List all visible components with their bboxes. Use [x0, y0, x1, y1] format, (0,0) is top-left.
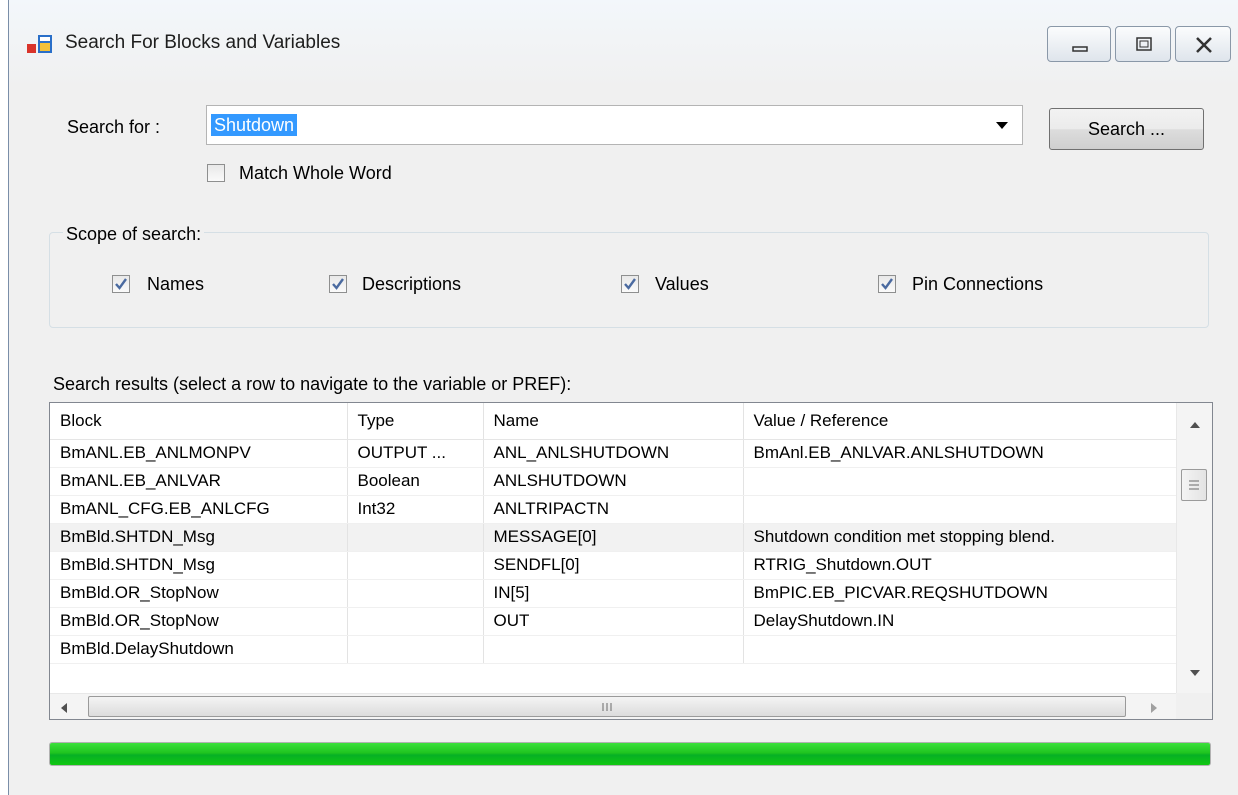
cell-block[interactable]: BmANL.EB_ANLMONPV: [50, 439, 348, 468]
cell-block[interactable]: BmBld.OR_StopNow: [50, 607, 348, 636]
app-icon: [27, 35, 52, 53]
table-row[interactable]: BmBld.SHTDN_Msg SENDFL[0] RTRIG_Shutdown…: [50, 551, 1177, 580]
scope-title: Scope of search:: [63, 224, 205, 245]
cell-name[interactable]: [483, 635, 744, 664]
vertical-scroll-thumb[interactable]: [1181, 469, 1207, 501]
cell-type[interactable]: OUTPUT ...: [347, 439, 484, 468]
progress-bar: [49, 742, 1211, 766]
names-checkbox[interactable]: [112, 275, 130, 293]
cell-value[interactable]: Shutdown condition met stopping blend.: [743, 523, 1177, 552]
search-combobox[interactable]: Shutdown: [206, 105, 1023, 145]
names-label[interactable]: Names: [147, 274, 204, 295]
search-window: Search For Blocks and Variables Search f…: [8, 0, 1238, 795]
pin-connections-label[interactable]: Pin Connections: [912, 274, 1043, 295]
vertical-scrollbar[interactable]: [1176, 403, 1212, 693]
table-row[interactable]: BmBld.OR_StopNow OUT DelayShutdown.IN: [50, 607, 1177, 636]
column-header-name[interactable]: Name: [483, 403, 744, 440]
scrollbar-corner: [1176, 693, 1212, 719]
horizontal-scroll-thumb[interactable]: [88, 696, 1126, 717]
cell-type[interactable]: [347, 551, 484, 580]
cell-value[interactable]: [743, 495, 1177, 524]
values-label[interactable]: Values: [655, 274, 709, 295]
cell-type[interactable]: [347, 607, 484, 636]
column-header-value[interactable]: Value / Reference: [743, 403, 1177, 440]
table-row[interactable]: BmBld.DelayShutdown: [50, 635, 1177, 664]
cell-value[interactable]: BmAnl.EB_ANLVAR.ANLSHUTDOWN: [743, 439, 1177, 468]
grip-icon: [602, 703, 612, 711]
minimize-icon: [1072, 46, 1088, 52]
cell-block[interactable]: BmANL_CFG.EB_ANLCFG: [50, 495, 348, 524]
cell-value[interactable]: DelayShutdown.IN: [743, 607, 1177, 636]
header-row: Block Type Name Value / Reference: [50, 403, 1177, 440]
cell-block[interactable]: BmBld.SHTDN_Msg: [50, 551, 348, 580]
cell-name[interactable]: OUT: [483, 607, 744, 636]
descriptions-checkbox[interactable]: [329, 275, 347, 293]
cell-block[interactable]: BmBld.DelayShutdown: [50, 635, 348, 664]
maximize-button[interactable]: [1115, 26, 1171, 62]
cell-value[interactable]: [743, 467, 1177, 496]
cell-block[interactable]: BmANL.EB_ANLVAR: [50, 467, 348, 496]
scroll-right-icon[interactable]: [1150, 702, 1158, 714]
search-button[interactable]: Search ...: [1049, 108, 1204, 150]
match-whole-word-label[interactable]: Match Whole Word: [239, 163, 392, 184]
cell-value[interactable]: RTRIG_Shutdown.OUT: [743, 551, 1177, 580]
column-header-block[interactable]: Block: [50, 403, 348, 440]
results-caption: Search results (select a row to navigate…: [53, 374, 572, 394]
minimize-button[interactable]: [1047, 26, 1111, 62]
scroll-up-icon[interactable]: [1189, 421, 1201, 429]
checkmark-icon: [115, 278, 127, 290]
cell-value[interactable]: BmPIC.EB_PICVAR.REQSHUTDOWN: [743, 579, 1177, 608]
maximize-icon: [1136, 37, 1152, 51]
cell-block[interactable]: BmBld.SHTDN_Msg: [50, 523, 348, 552]
window-title: Search For Blocks and Variables: [65, 32, 341, 53]
cell-type[interactable]: [347, 523, 484, 552]
progress-fill: [50, 743, 1210, 765]
match-whole-word-checkbox[interactable]: [207, 164, 225, 182]
cell-value[interactable]: [743, 635, 1177, 664]
cell-type[interactable]: [347, 579, 484, 608]
cell-name[interactable]: ANL_ANLSHUTDOWN: [483, 439, 744, 468]
scroll-left-icon[interactable]: [60, 702, 68, 714]
cell-type[interactable]: Boolean: [347, 467, 484, 496]
table-row[interactable]: BmANL.EB_ANLMONPV OUTPUT ... ANL_ANLSHUT…: [50, 439, 1177, 468]
cell-type[interactable]: Int32: [347, 495, 484, 524]
title-bar[interactable]: Search For Blocks and Variables: [9, 0, 1238, 88]
column-header-type[interactable]: Type: [347, 403, 484, 440]
values-checkbox[interactable]: [621, 275, 639, 293]
table-row[interactable]: BmBld.OR_StopNow IN[5] BmPIC.EB_PICVAR.R…: [50, 579, 1177, 608]
descriptions-label[interactable]: Descriptions: [362, 274, 461, 295]
cell-name[interactable]: ANLTRIPACTN: [483, 495, 744, 524]
cell-type[interactable]: [347, 635, 484, 664]
checkmark-icon: [881, 278, 893, 290]
chevron-down-icon[interactable]: [995, 121, 1009, 130]
checkmark-icon: [624, 278, 636, 290]
horizontal-scrollbar[interactable]: [50, 693, 1176, 719]
cell-name[interactable]: ANLSHUTDOWN: [483, 467, 744, 496]
grip-icon: [1189, 480, 1199, 490]
checkmark-icon: [332, 278, 344, 290]
results-table: Block Type Name Value / Reference BmANL.…: [50, 403, 1177, 664]
close-icon: [1196, 37, 1212, 53]
table-row-selected[interactable]: BmBld.SHTDN_Msg MESSAGE[0] Shutdown cond…: [50, 523, 1177, 552]
close-button[interactable]: [1175, 26, 1231, 62]
cell-name[interactable]: IN[5]: [483, 579, 744, 608]
search-label: Search for :: [67, 117, 161, 137]
table-row[interactable]: BmANL.EB_ANLVAR Boolean ANLSHUTDOWN: [50, 467, 1177, 496]
cell-name[interactable]: MESSAGE[0]: [483, 523, 744, 552]
cell-block[interactable]: BmBld.OR_StopNow: [50, 579, 348, 608]
cell-name[interactable]: SENDFL[0]: [483, 551, 744, 580]
table-row[interactable]: BmANL_CFG.EB_ANLCFG Int32 ANLTRIPACTN: [50, 495, 1177, 524]
search-input[interactable]: Shutdown: [211, 114, 298, 136]
pin-connections-checkbox[interactable]: [878, 275, 896, 293]
scroll-down-icon[interactable]: [1189, 669, 1201, 677]
results-grid[interactable]: Block Type Name Value / Reference BmANL.…: [49, 402, 1213, 720]
